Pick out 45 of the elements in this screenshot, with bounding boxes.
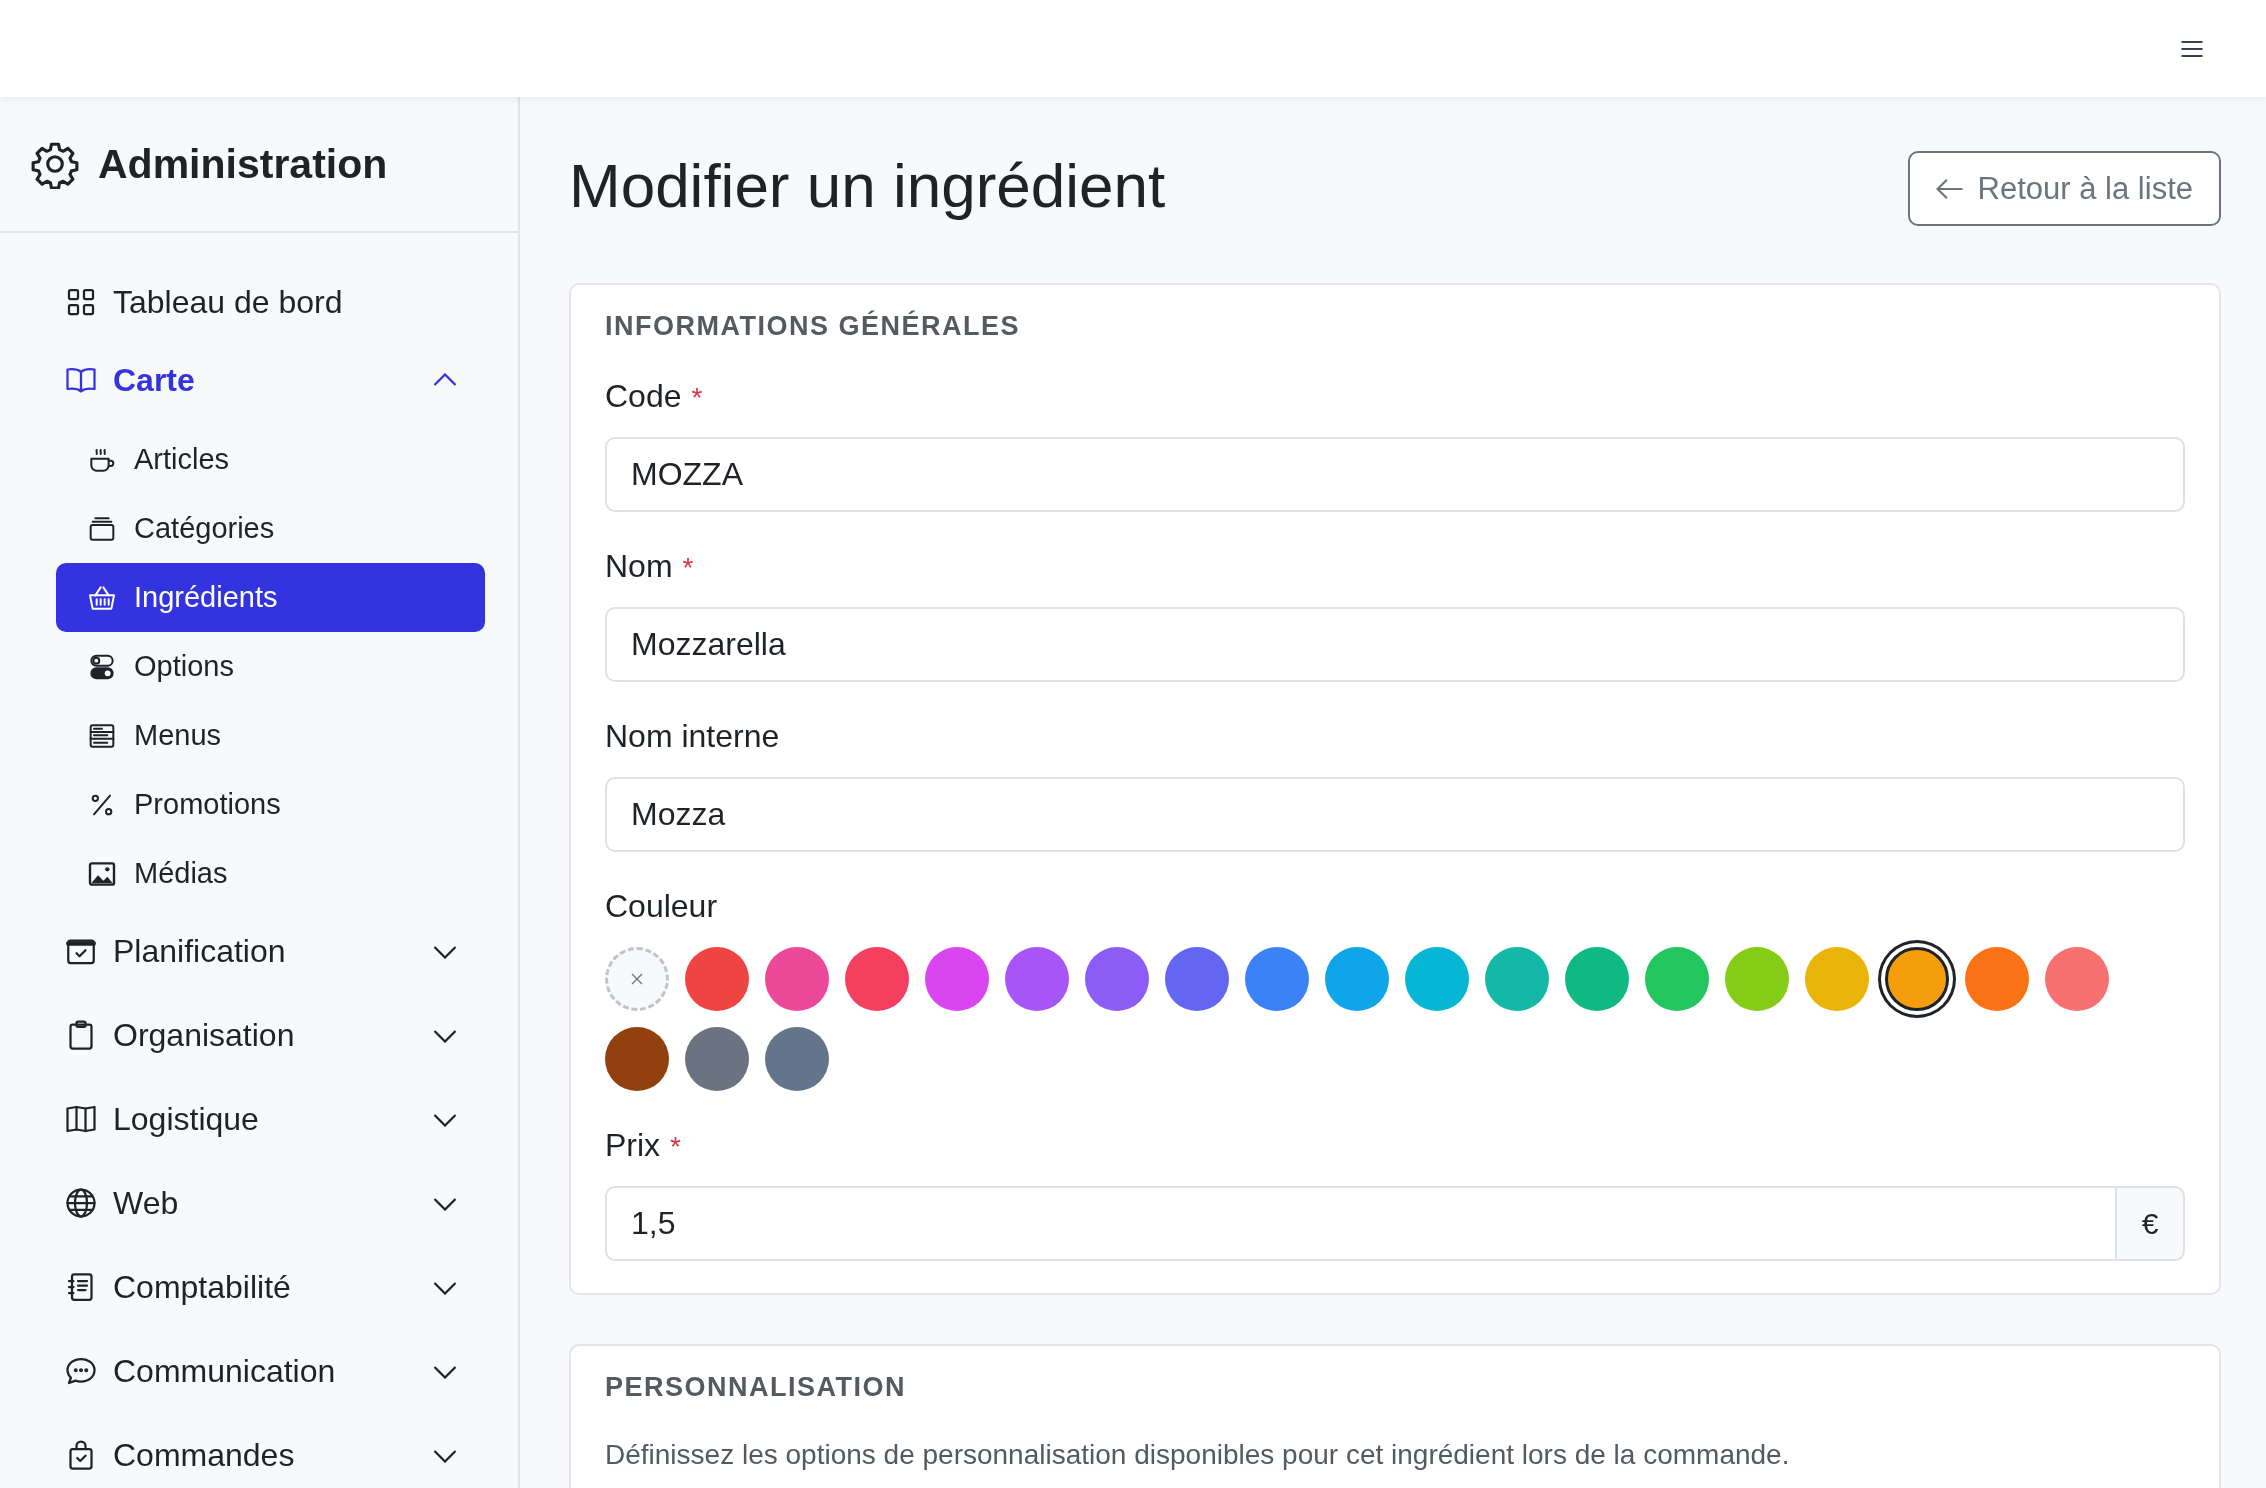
sidebar-title: Administration: [98, 140, 388, 188]
section-heading: PERSONNALISATION: [605, 1372, 907, 1403]
input-field[interactable]: Mozza: [605, 777, 2185, 852]
nav-subitem[interactable]: Articles: [56, 425, 485, 494]
nav-item[interactable]: Web: [56, 1164, 485, 1242]
required-mark: *: [670, 1131, 681, 1163]
chevron-down-icon: [433, 1111, 457, 1127]
nav-subitem[interactable]: Menus: [56, 701, 485, 770]
arrow-left-icon: [1935, 177, 1964, 200]
chevron-down-icon: [433, 1363, 457, 1379]
nav-item[interactable]: Tableau de bord: [56, 263, 485, 341]
globe-icon: [63, 1185, 99, 1221]
field-label: Nom: [605, 548, 673, 585]
chevron-down-icon: [433, 1195, 457, 1211]
section-description: Définissez les options de personnalisation disponibles pour cet ingrédient lors de la commande.: [605, 1439, 1791, 1471]
back-button[interactable]: Retour à la liste: [1907, 151, 2221, 226]
field-label: Prix: [605, 1127, 661, 1164]
nav-subitem[interactable]: Promotions: [56, 770, 485, 839]
required-mark: *: [691, 382, 703, 414]
nav-item[interactable]: Communication: [56, 1332, 485, 1410]
nav-item[interactable]: Organisation: [56, 996, 485, 1074]
page-title: Modifier un ingrédient: [569, 151, 1166, 221]
chevron-up-icon: [433, 372, 457, 388]
chevron-down-icon: [433, 1279, 457, 1295]
nav-subitem[interactable]: Catégories: [56, 494, 485, 563]
field-label: Couleur: [605, 888, 718, 925]
nav-item[interactable]: Carte: [56, 341, 485, 419]
input-field[interactable]: Mozzarella: [605, 607, 2185, 682]
nav-item[interactable]: Comptabilité: [56, 1248, 485, 1326]
input-field[interactable]: MOZZA: [605, 437, 2185, 512]
nav-subitem[interactable]: Médias: [56, 839, 485, 908]
chevron-down-icon: [433, 1447, 457, 1463]
section-heading: INFORMATIONS GÉNÉRALES: [605, 311, 1021, 342]
nav-subitem[interactable]: Options: [56, 632, 485, 701]
nav-subitem[interactable]: Ingrédients: [56, 563, 485, 632]
nav-item[interactable]: Logistique: [56, 1080, 485, 1158]
chevron-down-icon: [433, 1027, 457, 1043]
currency-addon: €: [2117, 1186, 2185, 1261]
nav-item[interactable]: Planification: [56, 912, 485, 990]
nav-item[interactable]: Commandes: [56, 1416, 485, 1488]
required-mark: *: [682, 552, 694, 584]
field-label: Nom interne: [605, 718, 780, 755]
input-field[interactable]: 1,5: [605, 1186, 2117, 1261]
chevron-down-icon: [433, 943, 457, 959]
field-label: Code: [605, 378, 682, 415]
